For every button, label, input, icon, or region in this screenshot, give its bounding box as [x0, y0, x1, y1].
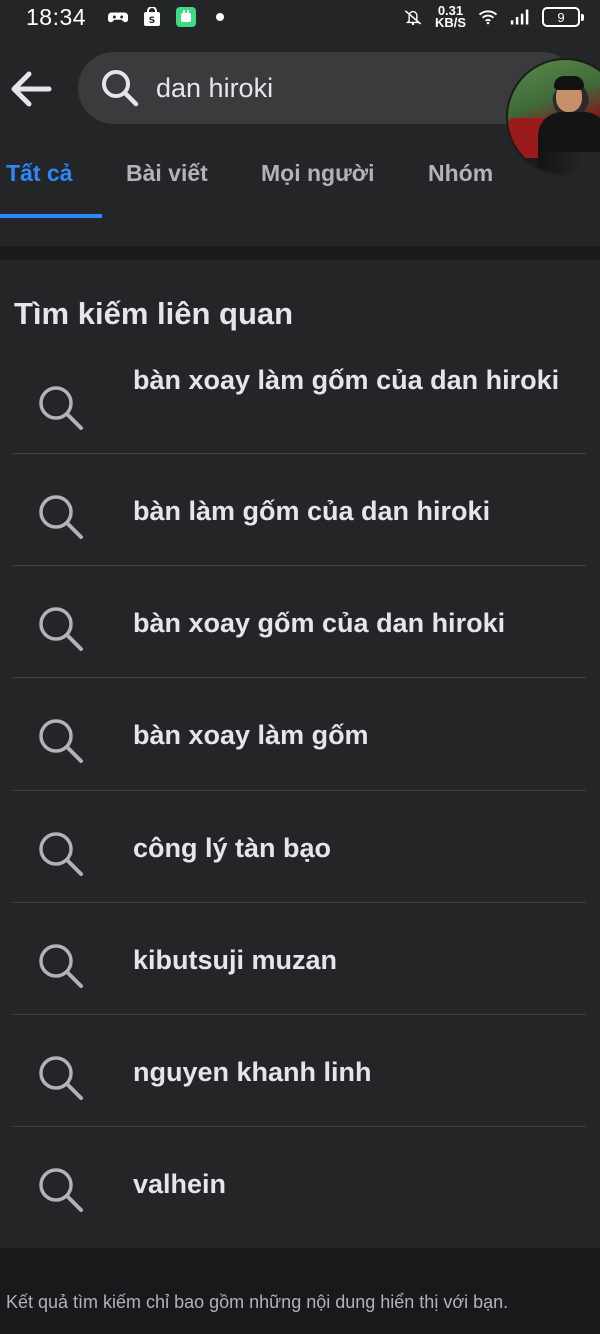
tab-overflow-fade	[540, 152, 600, 212]
tab-groups[interactable]: Nhóm	[428, 160, 493, 187]
mute-bell-icon	[403, 7, 423, 27]
related-search-text: nguyen khanh linh	[133, 1057, 372, 1087]
active-tab-indicator	[0, 214, 102, 218]
search-input[interactable]: dan hiroki	[78, 52, 578, 124]
related-search-item[interactable]: valhein	[0, 1127, 600, 1239]
related-search-item[interactable]: kibutsuji muzan	[0, 903, 600, 1015]
related-search-item[interactable]: công lý tàn bạo	[0, 791, 600, 903]
battery-icon: 9	[542, 7, 584, 27]
related-search-item[interactable]: bàn làm gốm của dan hiroki	[0, 454, 600, 566]
section-title: Tìm kiếm liên quan	[14, 296, 294, 331]
search-icon	[39, 1056, 83, 1100]
search-icon	[39, 495, 83, 539]
status-time: 18:34	[26, 3, 87, 30]
network-speed-unit: KB/S	[434, 15, 466, 30]
battery-level: 9	[557, 9, 565, 25]
related-search-text: bàn làm gốm của dan hiroki	[133, 496, 491, 526]
related-search-text: bàn xoay làm gốm	[133, 720, 369, 750]
svg-text:S: S	[149, 16, 155, 26]
notification-icons: S	[108, 7, 230, 27]
search-icon	[39, 386, 83, 430]
related-search-item[interactable]: nguyen khanh linh	[0, 1015, 600, 1127]
status-bar: 18:34 S 0.31 KB/S 9	[0, 0, 600, 34]
search-query[interactable]: dan hiroki	[156, 73, 273, 104]
search-header: dan hiroki Tất cả Bài viết Mọi người Nhó…	[0, 34, 600, 246]
search-icon	[39, 1168, 83, 1212]
related-search-item[interactable]: bàn xoay làm gốm của dan hiroki	[0, 356, 600, 468]
related-search-item[interactable]: bàn xoay làm gốm	[0, 678, 600, 790]
related-search-text: kibutsuji muzan	[133, 945, 338, 975]
related-search-text: bàn xoay làm gốm của dan hiroki	[133, 365, 560, 395]
tab-people[interactable]: Mọi người	[261, 160, 374, 187]
search-icon	[39, 607, 83, 651]
search-icon	[39, 719, 83, 763]
related-searches-panel: Tìm kiếm liên quan bàn xoay làm gốm của …	[0, 260, 600, 1248]
dot-icon	[210, 7, 230, 27]
footer-note: Kết quả tìm kiếm chỉ bao gồm những nội d…	[6, 1292, 509, 1312]
network-speed: 0.31 KB/S	[434, 4, 466, 30]
shopping-bag-icon: S	[142, 7, 162, 27]
search-icon	[39, 944, 83, 988]
tab-all[interactable]: Tất cả	[6, 160, 72, 187]
search-icon	[102, 70, 139, 107]
related-search-text: công lý tàn bạo	[133, 833, 332, 863]
wifi-icon	[478, 7, 498, 27]
back-arrow-icon	[11, 71, 52, 107]
related-search-item[interactable]: bàn xoay gốm của dan hiroki	[0, 566, 600, 678]
related-search-text: bàn xoay gốm của dan hiroki	[133, 608, 506, 638]
signal-icon	[510, 7, 530, 27]
game-controller-icon	[108, 7, 129, 27]
avatar-photo-hair	[554, 76, 584, 90]
tab-posts[interactable]: Bài viết	[126, 160, 208, 187]
related-search-text: valhein	[133, 1169, 227, 1199]
android-app-icon	[176, 7, 197, 27]
back-button[interactable]	[6, 64, 56, 114]
filter-tabs: Tất cả Bài viết Mọi người Nhóm	[0, 160, 600, 220]
status-right: 0.31 KB/S 9	[403, 4, 584, 30]
search-icon	[39, 832, 83, 876]
